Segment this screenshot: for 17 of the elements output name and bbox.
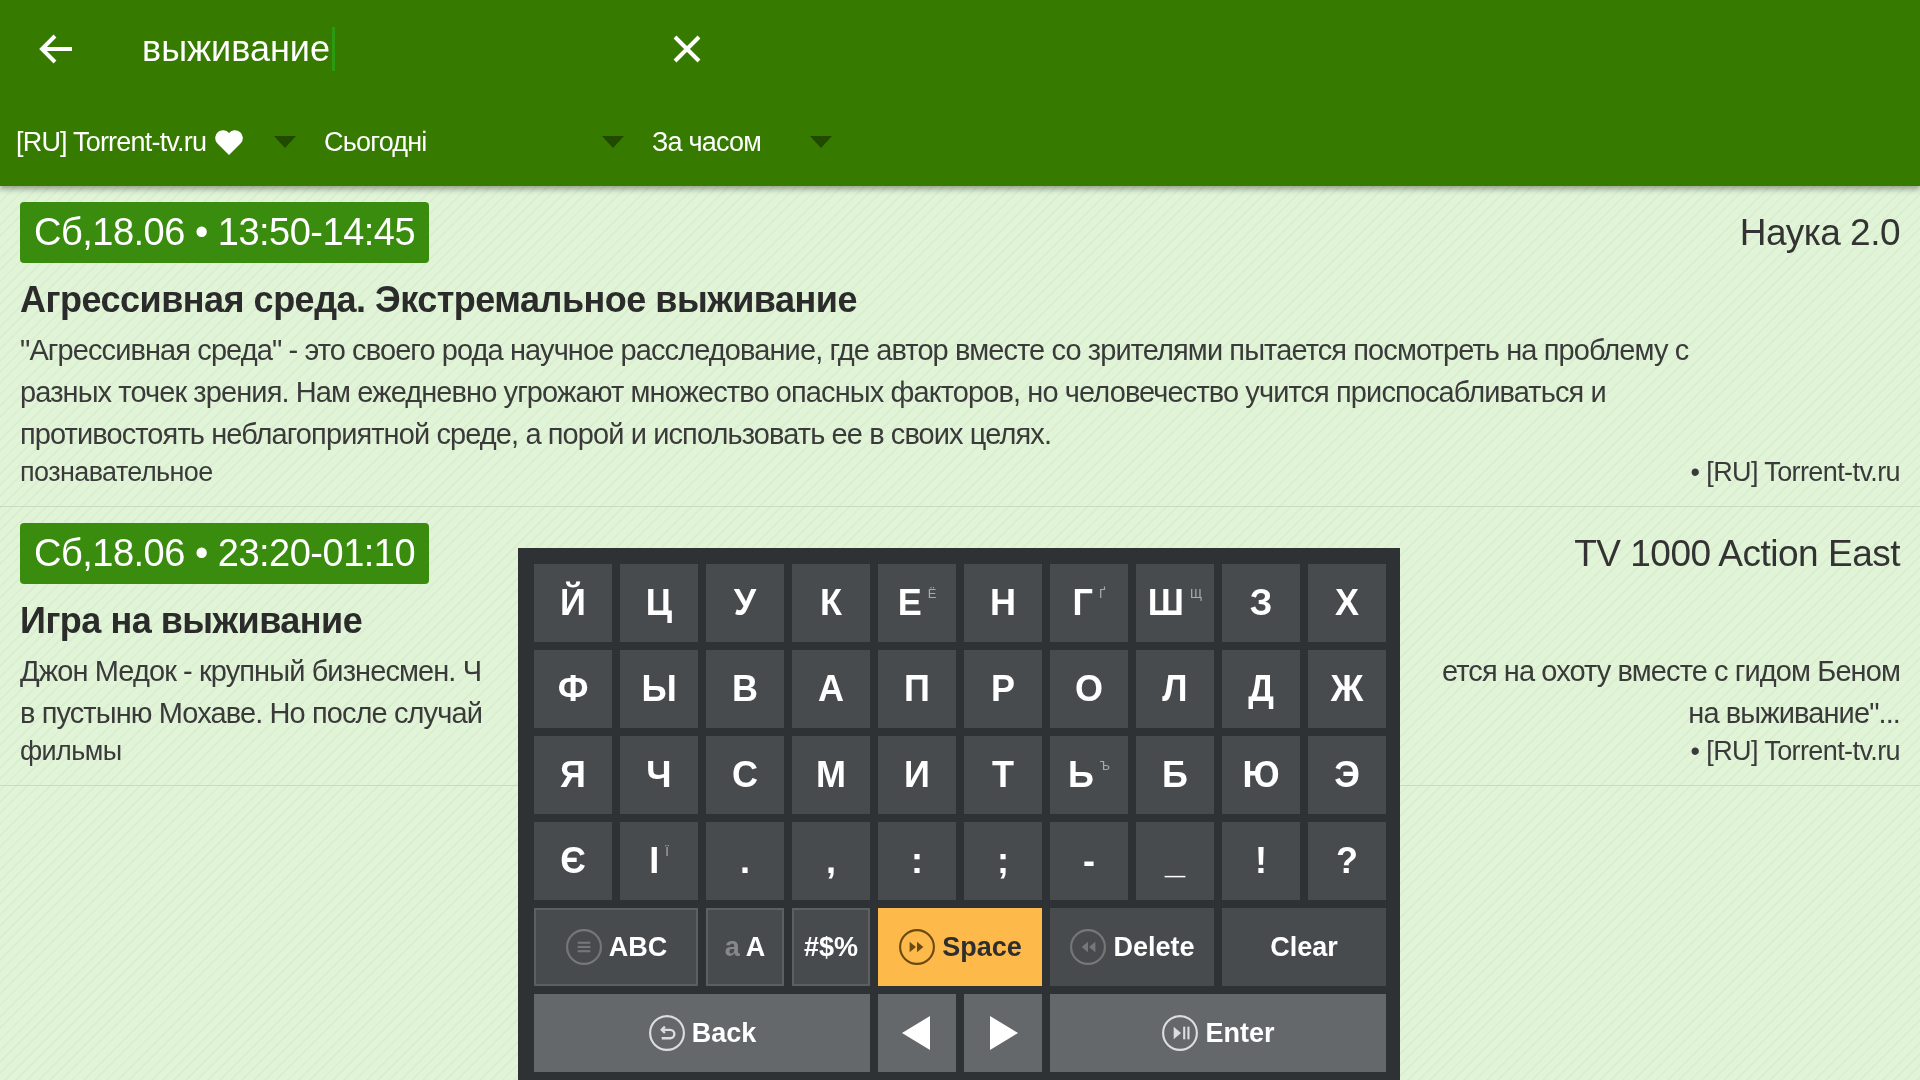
description-text: на выживание"... <box>1688 696 1900 731</box>
genre-label: фильмы <box>20 736 122 767</box>
description-text: разных точек зрения. Нам ежедневно угрожают множество опасных факторов, но человечество учится приспосабливаться и <box>20 375 1606 410</box>
description-text: в пустыню Мохаве. Но после случай <box>20 696 482 731</box>
time-badge: Сб,18.06 • 13:50-14:45 <box>20 202 430 263</box>
description-text: противостоять неблагоприятной среде, а порой и использовать ее в своих целях. <box>20 417 1052 452</box>
genre-label: познавательное <box>20 457 213 488</box>
time-badge: Сб,18.06 • 23:20-01:10 <box>20 523 430 584</box>
description-text: Джон Медок - крупный бизнесмен. Ч <box>20 654 482 689</box>
source-label: • [RU] Torrent-tv.ru <box>1690 736 1900 767</box>
source-label: • [RU] Torrent-tv.ru <box>1690 457 1900 488</box>
channel-name: TV 1000 Action East <box>1574 532 1900 575</box>
description-text: "Агрессивная среда" - это своего рода научное расследование, где автор вместе со зрителями пытается посмотреть на проблему с <box>20 333 1689 368</box>
program-title: Игра на выживание <box>20 600 363 642</box>
channel-name: Наука 2.0 <box>1739 211 1900 254</box>
description-text: ется на охоту вместе с гидом Беном <box>1441 654 1900 689</box>
program-title: Агрессивная среда. Экстремальное выживание <box>20 279 857 321</box>
